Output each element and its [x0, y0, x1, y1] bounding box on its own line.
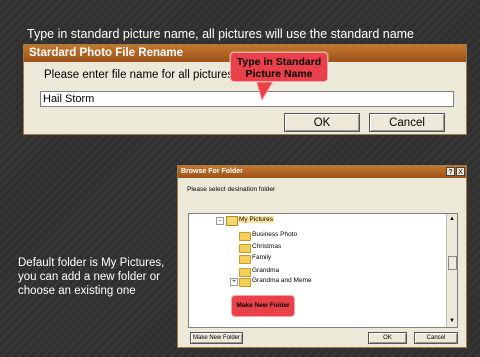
cancel-button[interactable]: Cancel	[369, 113, 445, 132]
tree-item-christmas[interactable]: Christmas	[252, 243, 281, 250]
tree-item-my-pictures[interactable]: My Pictures	[238, 216, 274, 223]
callout-name-line1: Type in Standard	[236, 56, 322, 68]
tree-item-business-photo[interactable]: Business Photo	[252, 231, 297, 238]
browse-ok-button[interactable]: OK	[368, 332, 407, 344]
callout-name-line2: Picture Name	[245, 68, 313, 80]
help-button[interactable]: ?	[446, 167, 455, 176]
rename-prompt: Please enter file name for all pictures	[44, 69, 234, 81]
folder-icon	[239, 268, 251, 277]
folder-icon	[239, 278, 251, 287]
my-pictures-icon	[226, 216, 238, 226]
close-button[interactable]: X	[456, 167, 465, 176]
expander-icon[interactable]: −	[216, 217, 224, 225]
tree-scrollbar[interactable]: ▲ ▼	[446, 214, 457, 327]
browse-dialog-title: Browse For Folder	[178, 166, 466, 178]
scroll-up-icon[interactable]: ▲	[447, 215, 457, 224]
top-caption: Type in standard picture name, all pictu…	[27, 27, 415, 41]
scroll-down-icon[interactable]: ▼	[447, 317, 457, 326]
scroll-thumb[interactable]	[448, 256, 457, 270]
callout-type-name: Type in Standard Picture Name	[230, 52, 328, 82]
tree-item-family[interactable]: Family	[252, 254, 271, 261]
ok-button[interactable]: OK	[284, 113, 360, 132]
folder-icon	[239, 244, 251, 253]
file-name-input[interactable]	[40, 91, 454, 107]
folder-icon	[239, 255, 251, 264]
browse-cancel-button[interactable]: Cancel	[414, 332, 458, 344]
callout-make-new-folder: Make New Folder	[231, 295, 295, 317]
tree-item-grandma[interactable]: Grandma	[252, 267, 279, 274]
folder-icon	[239, 232, 251, 241]
browse-folder-dialog: Browse For Folder ? X Please select desi…	[177, 165, 467, 348]
tree-item-grandma-and-meme[interactable]: Grandma and Meme	[252, 277, 312, 284]
browse-prompt: Please select desination folder	[187, 186, 276, 193]
expander-icon[interactable]: +	[230, 278, 238, 286]
side-caption: Default folder is My Pictures, you can a…	[18, 257, 165, 297]
folder-tree[interactable]: − My Pictures Business Photo Christmas F…	[188, 213, 458, 328]
make-new-folder-button[interactable]: Make New Folder	[190, 332, 243, 344]
